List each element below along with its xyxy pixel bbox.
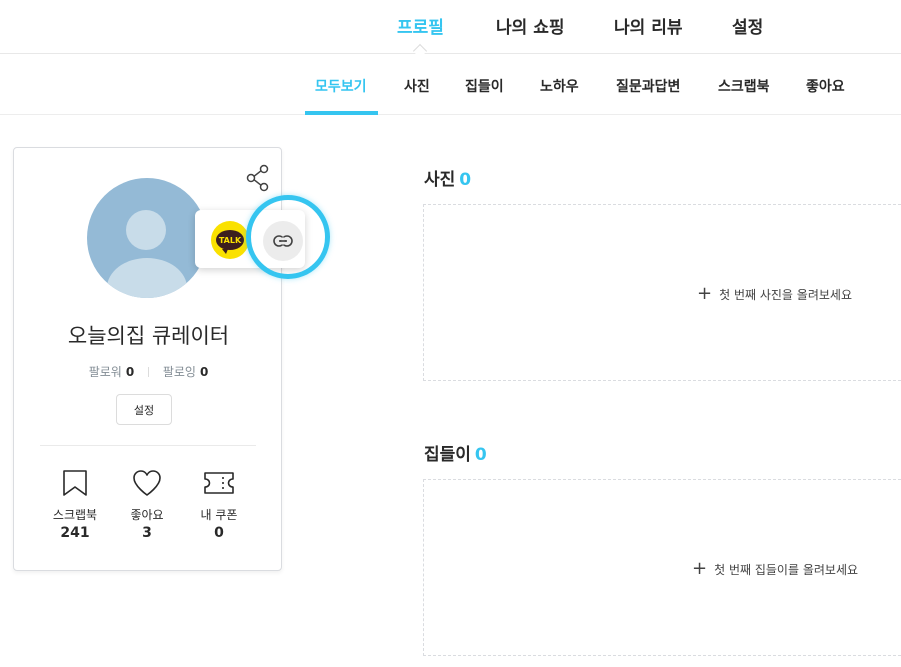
profile-settings-button[interactable]: 설정 <box>116 394 172 425</box>
upload-photo-prompt[interactable]: + 첫 번째 사진을 올려보세요 <box>697 285 852 303</box>
bookmark-icon <box>63 470 87 496</box>
follower-count: 0 <box>125 365 135 379</box>
subtab-all[interactable]: 모두보기 <box>315 76 367 96</box>
top-nav: 프로필 나의 쇼핑 나의 리뷰 설정 <box>0 0 901 59</box>
stat-label: 스크랩북 <box>52 508 98 522</box>
tab-my-shopping[interactable]: 나의 쇼핑 <box>496 13 564 38</box>
heart-icon <box>133 470 161 496</box>
avatar <box>87 178 207 298</box>
highlight-ring <box>246 195 330 279</box>
profile-card: TALK 오늘의집 큐레이터 팔로워 0 팔로잉 0 설정 스크랩북 241 좋… <box>13 147 330 571</box>
housewarming-empty-box[interactable]: + 첫 번째 집들이를 올려보세요 <box>423 479 901 656</box>
stat-scrapbook[interactable]: 스크랩북 241 <box>40 468 110 541</box>
section-count: 0 <box>474 445 487 465</box>
housewarming-section-title: 집들이 0 <box>424 440 487 465</box>
profile-name: 오늘의집 큐레이터 <box>67 324 230 348</box>
subtab-scrapbook[interactable]: 스크랩북 <box>718 76 770 96</box>
coupon-icon <box>204 472 234 494</box>
following-count: 0 <box>199 365 209 379</box>
stat-label: 좋아요 <box>130 508 164 522</box>
follower-label[interactable]: 팔로워 <box>89 365 122 379</box>
photos-section-title: 사진 0 <box>424 165 471 190</box>
stat-coupons[interactable]: 내 쿠폰 0 <box>184 468 254 541</box>
kakao-talk-icon: TALK <box>216 230 244 254</box>
tab-my-reviews[interactable]: 나의 리뷰 <box>614 13 682 38</box>
subtab-qna[interactable]: 질문과답변 <box>616 76 680 96</box>
stat-value: 0 <box>214 525 224 541</box>
card-divider <box>40 445 256 446</box>
follow-separator <box>148 367 149 377</box>
plus-icon: + <box>692 558 708 579</box>
share-icon[interactable] <box>246 164 270 192</box>
plus-icon: + <box>697 283 713 304</box>
section-count: 0 <box>459 170 472 190</box>
photos-empty-box[interactable]: + 첫 번째 사진을 올려보세요 <box>423 204 901 381</box>
section-title-text: 집들이 <box>424 445 471 465</box>
subtab-knowhow[interactable]: 노하우 <box>540 76 579 96</box>
empty-message: 첫 번째 집들이를 올려보세요 <box>714 562 859 577</box>
subtab-likes[interactable]: 좋아요 <box>806 76 845 96</box>
following-label[interactable]: 팔로잉 <box>163 365 196 379</box>
stat-label: 내 쿠폰 <box>200 508 238 522</box>
kakao-share-button[interactable]: TALK <box>211 221 249 259</box>
stat-likes[interactable]: 좋아요 3 <box>112 468 182 541</box>
tab-profile[interactable]: 프로필 <box>397 13 444 38</box>
sub-nav: 모두보기 사진 집들이 노하우 질문과답변 스크랩북 좋아요 <box>0 55 901 115</box>
subtab-photos[interactable]: 사진 <box>404 76 430 96</box>
upload-housewarming-prompt[interactable]: + 첫 번째 집들이를 올려보세요 <box>692 560 858 578</box>
stat-value: 3 <box>142 525 152 541</box>
active-subtab-underline <box>305 111 378 115</box>
empty-message: 첫 번째 사진을 올려보세요 <box>719 287 852 302</box>
stat-value: 241 <box>60 525 90 541</box>
subtab-housewarming[interactable]: 집들이 <box>465 76 504 96</box>
section-title-text: 사진 <box>424 170 456 190</box>
tab-settings[interactable]: 설정 <box>732 13 763 38</box>
follow-counts: 팔로워 0 팔로잉 0 <box>14 363 283 380</box>
